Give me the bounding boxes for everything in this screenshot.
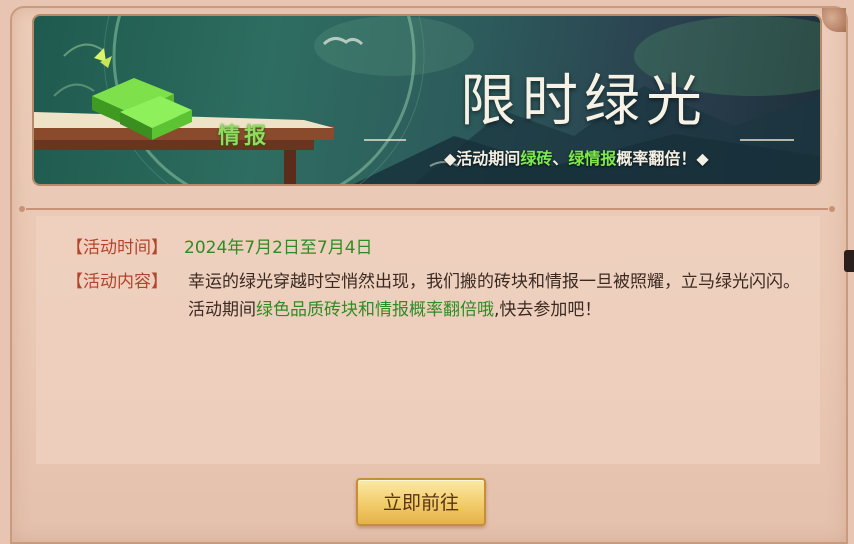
event-content-text: 幸运的绿光穿越时空悄然出现，我们搬的砖块和情报一旦被照耀，立马绿光闪闪。 活动期…: [188, 268, 804, 324]
banner-title: 限时绿光: [460, 69, 708, 134]
side-tab-handle[interactable]: [844, 250, 854, 272]
banner-subtitle-prefix: ◆活动期间: [444, 149, 521, 168]
go-now-button[interactable]: 立即前往: [356, 478, 486, 526]
event-time-row: 【活动时间】 2024年7月2日至7月4日: [66, 234, 373, 262]
banner-subtitle-green-brick: 绿砖: [520, 149, 553, 168]
event-time-value: 2024年7月2日至7月4日: [184, 238, 373, 258]
banner-subtitle-suffix: 概率翻倍！◆: [616, 149, 709, 168]
event-content-line2: 活动期间绿色品质砖块和情报概率翻倍哦,快去参加吧！: [188, 296, 804, 324]
banner-subtitle-sep: 、: [552, 149, 569, 168]
event-content-label: 【活动内容】: [66, 272, 168, 292]
event-content-highlight: 绿色品质砖块和情报概率翻倍哦: [256, 300, 494, 320]
event-info: 【活动时间】 2024年7月2日至7月4日 【活动内容】 幸运的绿光穿越时空悄然…: [36, 216, 820, 464]
event-banner: 情报 限时绿光 ◆活动期间绿砖、绿情报概率翻倍！◆: [34, 16, 820, 184]
banner-subtitle: ◆活动期间绿砖、绿情报概率翻倍！◆: [444, 145, 709, 169]
event-content-line2-suffix: ,快去参加吧！: [494, 300, 602, 320]
event-content-row: 【活动内容】: [66, 268, 168, 296]
banner-subtitle-green-intel: 绿情报: [568, 149, 617, 168]
event-time-label: 【活动时间】: [66, 238, 168, 258]
close-corner-icon[interactable]: [822, 8, 846, 32]
event-content-line1: 幸运的绿光穿越时空悄然出现，我们搬的砖块和情报一旦被照耀，立马绿光闪闪。: [188, 272, 800, 292]
ornament-divider: [19, 206, 835, 212]
event-content-line2-prefix: 活动期间: [188, 300, 256, 320]
banner-item-label: 情报: [218, 124, 271, 149]
